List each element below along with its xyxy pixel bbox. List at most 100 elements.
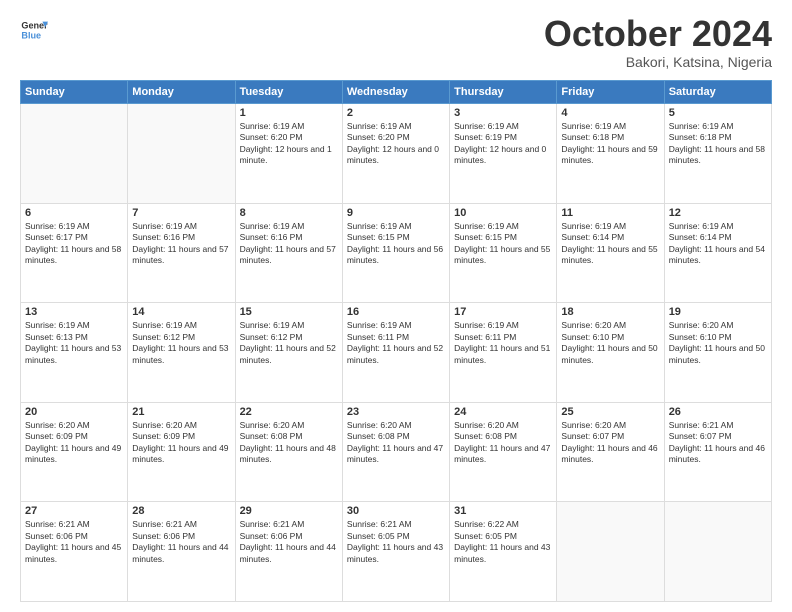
cell-info: Sunrise: 6:19 AMSunset: 6:16 PMDaylight:… [132,221,230,267]
calendar-week-row: 27 Sunrise: 6:21 AMSunset: 6:06 PMDaylig… [21,502,772,602]
day-number: 29 [240,505,338,517]
calendar-week-row: 13 Sunrise: 6:19 AMSunset: 6:13 PMDaylig… [21,303,772,403]
col-saturday: Saturday [664,81,771,104]
table-row: 11 Sunrise: 6:19 AMSunset: 6:14 PMDaylig… [557,203,664,303]
table-row: 9 Sunrise: 6:19 AMSunset: 6:15 PMDayligh… [342,203,449,303]
day-number: 13 [25,306,123,318]
table-row: 25 Sunrise: 6:20 AMSunset: 6:07 PMDaylig… [557,402,664,502]
day-number: 7 [132,207,230,219]
cell-info: Sunrise: 6:21 AMSunset: 6:06 PMDaylight:… [25,519,123,565]
day-number: 11 [561,207,659,219]
col-wednesday: Wednesday [342,81,449,104]
calendar-table: Sunday Monday Tuesday Wednesday Thursday… [20,80,772,602]
cell-info: Sunrise: 6:20 AMSunset: 6:08 PMDaylight:… [347,420,445,466]
table-row: 6 Sunrise: 6:19 AMSunset: 6:17 PMDayligh… [21,203,128,303]
table-row: 30 Sunrise: 6:21 AMSunset: 6:05 PMDaylig… [342,502,449,602]
page-header: General Blue October 2024 Bakori, Katsin… [20,16,772,70]
calendar-week-row: 20 Sunrise: 6:20 AMSunset: 6:09 PMDaylig… [21,402,772,502]
table-row: 20 Sunrise: 6:20 AMSunset: 6:09 PMDaylig… [21,402,128,502]
cell-info: Sunrise: 6:20 AMSunset: 6:09 PMDaylight:… [25,420,123,466]
day-number: 24 [454,406,552,418]
day-number: 28 [132,505,230,517]
table-row: 12 Sunrise: 6:19 AMSunset: 6:14 PMDaylig… [664,203,771,303]
cell-info: Sunrise: 6:20 AMSunset: 6:10 PMDaylight:… [669,320,767,366]
day-number: 27 [25,505,123,517]
cell-info: Sunrise: 6:21 AMSunset: 6:07 PMDaylight:… [669,420,767,466]
day-number: 21 [132,406,230,418]
cell-info: Sunrise: 6:19 AMSunset: 6:18 PMDaylight:… [669,121,767,167]
table-row: 17 Sunrise: 6:19 AMSunset: 6:11 PMDaylig… [450,303,557,403]
cell-info: Sunrise: 6:19 AMSunset: 6:13 PMDaylight:… [25,320,123,366]
table-row: 13 Sunrise: 6:19 AMSunset: 6:13 PMDaylig… [21,303,128,403]
calendar-week-row: 1 Sunrise: 6:19 AMSunset: 6:20 PMDayligh… [21,104,772,204]
day-number: 15 [240,306,338,318]
month-title: October 2024 [544,16,772,52]
day-number: 2 [347,107,445,119]
day-number: 10 [454,207,552,219]
day-number: 12 [669,207,767,219]
table-row [128,104,235,204]
table-row: 22 Sunrise: 6:20 AMSunset: 6:08 PMDaylig… [235,402,342,502]
cell-info: Sunrise: 6:19 AMSunset: 6:17 PMDaylight:… [25,221,123,267]
table-row: 28 Sunrise: 6:21 AMSunset: 6:06 PMDaylig… [128,502,235,602]
day-number: 5 [669,107,767,119]
logo-icon: General Blue [20,16,48,44]
day-number: 19 [669,306,767,318]
day-number: 25 [561,406,659,418]
col-sunday: Sunday [21,81,128,104]
cell-info: Sunrise: 6:21 AMSunset: 6:06 PMDaylight:… [132,519,230,565]
table-row: 23 Sunrise: 6:20 AMSunset: 6:08 PMDaylig… [342,402,449,502]
table-row: 2 Sunrise: 6:19 AMSunset: 6:20 PMDayligh… [342,104,449,204]
day-number: 4 [561,107,659,119]
day-number: 31 [454,505,552,517]
cell-info: Sunrise: 6:20 AMSunset: 6:09 PMDaylight:… [132,420,230,466]
calendar-header-row: Sunday Monday Tuesday Wednesday Thursday… [21,81,772,104]
cell-info: Sunrise: 6:20 AMSunset: 6:08 PMDaylight:… [454,420,552,466]
cell-info: Sunrise: 6:20 AMSunset: 6:10 PMDaylight:… [561,320,659,366]
table-row [664,502,771,602]
table-row: 8 Sunrise: 6:19 AMSunset: 6:16 PMDayligh… [235,203,342,303]
cell-info: Sunrise: 6:19 AMSunset: 6:15 PMDaylight:… [347,221,445,267]
table-row: 4 Sunrise: 6:19 AMSunset: 6:18 PMDayligh… [557,104,664,204]
cell-info: Sunrise: 6:19 AMSunset: 6:18 PMDaylight:… [561,121,659,167]
cell-info: Sunrise: 6:20 AMSunset: 6:07 PMDaylight:… [561,420,659,466]
table-row: 1 Sunrise: 6:19 AMSunset: 6:20 PMDayligh… [235,104,342,204]
cell-info: Sunrise: 6:19 AMSunset: 6:20 PMDaylight:… [347,121,445,167]
table-row: 16 Sunrise: 6:19 AMSunset: 6:11 PMDaylig… [342,303,449,403]
day-number: 18 [561,306,659,318]
table-row: 24 Sunrise: 6:20 AMSunset: 6:08 PMDaylig… [450,402,557,502]
table-row: 29 Sunrise: 6:21 AMSunset: 6:06 PMDaylig… [235,502,342,602]
cell-info: Sunrise: 6:19 AMSunset: 6:19 PMDaylight:… [454,121,552,167]
table-row: 15 Sunrise: 6:19 AMSunset: 6:12 PMDaylig… [235,303,342,403]
cell-info: Sunrise: 6:19 AMSunset: 6:15 PMDaylight:… [454,221,552,267]
table-row: 7 Sunrise: 6:19 AMSunset: 6:16 PMDayligh… [128,203,235,303]
cell-info: Sunrise: 6:19 AMSunset: 6:12 PMDaylight:… [132,320,230,366]
table-row [21,104,128,204]
day-number: 3 [454,107,552,119]
cell-info: Sunrise: 6:22 AMSunset: 6:05 PMDaylight:… [454,519,552,565]
table-row: 14 Sunrise: 6:19 AMSunset: 6:12 PMDaylig… [128,303,235,403]
day-number: 16 [347,306,445,318]
day-number: 20 [25,406,123,418]
day-number: 14 [132,306,230,318]
col-friday: Friday [557,81,664,104]
cell-info: Sunrise: 6:21 AMSunset: 6:05 PMDaylight:… [347,519,445,565]
svg-text:Blue: Blue [21,30,41,40]
logo: General Blue [20,16,48,44]
day-number: 1 [240,107,338,119]
day-number: 26 [669,406,767,418]
cell-info: Sunrise: 6:21 AMSunset: 6:06 PMDaylight:… [240,519,338,565]
day-number: 17 [454,306,552,318]
cell-info: Sunrise: 6:19 AMSunset: 6:11 PMDaylight:… [347,320,445,366]
table-row: 18 Sunrise: 6:20 AMSunset: 6:10 PMDaylig… [557,303,664,403]
table-row: 5 Sunrise: 6:19 AMSunset: 6:18 PMDayligh… [664,104,771,204]
cell-info: Sunrise: 6:19 AMSunset: 6:16 PMDaylight:… [240,221,338,267]
cell-info: Sunrise: 6:19 AMSunset: 6:20 PMDaylight:… [240,121,338,167]
day-number: 22 [240,406,338,418]
day-number: 23 [347,406,445,418]
location-subtitle: Bakori, Katsina, Nigeria [544,54,772,70]
cell-info: Sunrise: 6:19 AMSunset: 6:12 PMDaylight:… [240,320,338,366]
calendar-week-row: 6 Sunrise: 6:19 AMSunset: 6:17 PMDayligh… [21,203,772,303]
day-number: 8 [240,207,338,219]
cell-info: Sunrise: 6:20 AMSunset: 6:08 PMDaylight:… [240,420,338,466]
